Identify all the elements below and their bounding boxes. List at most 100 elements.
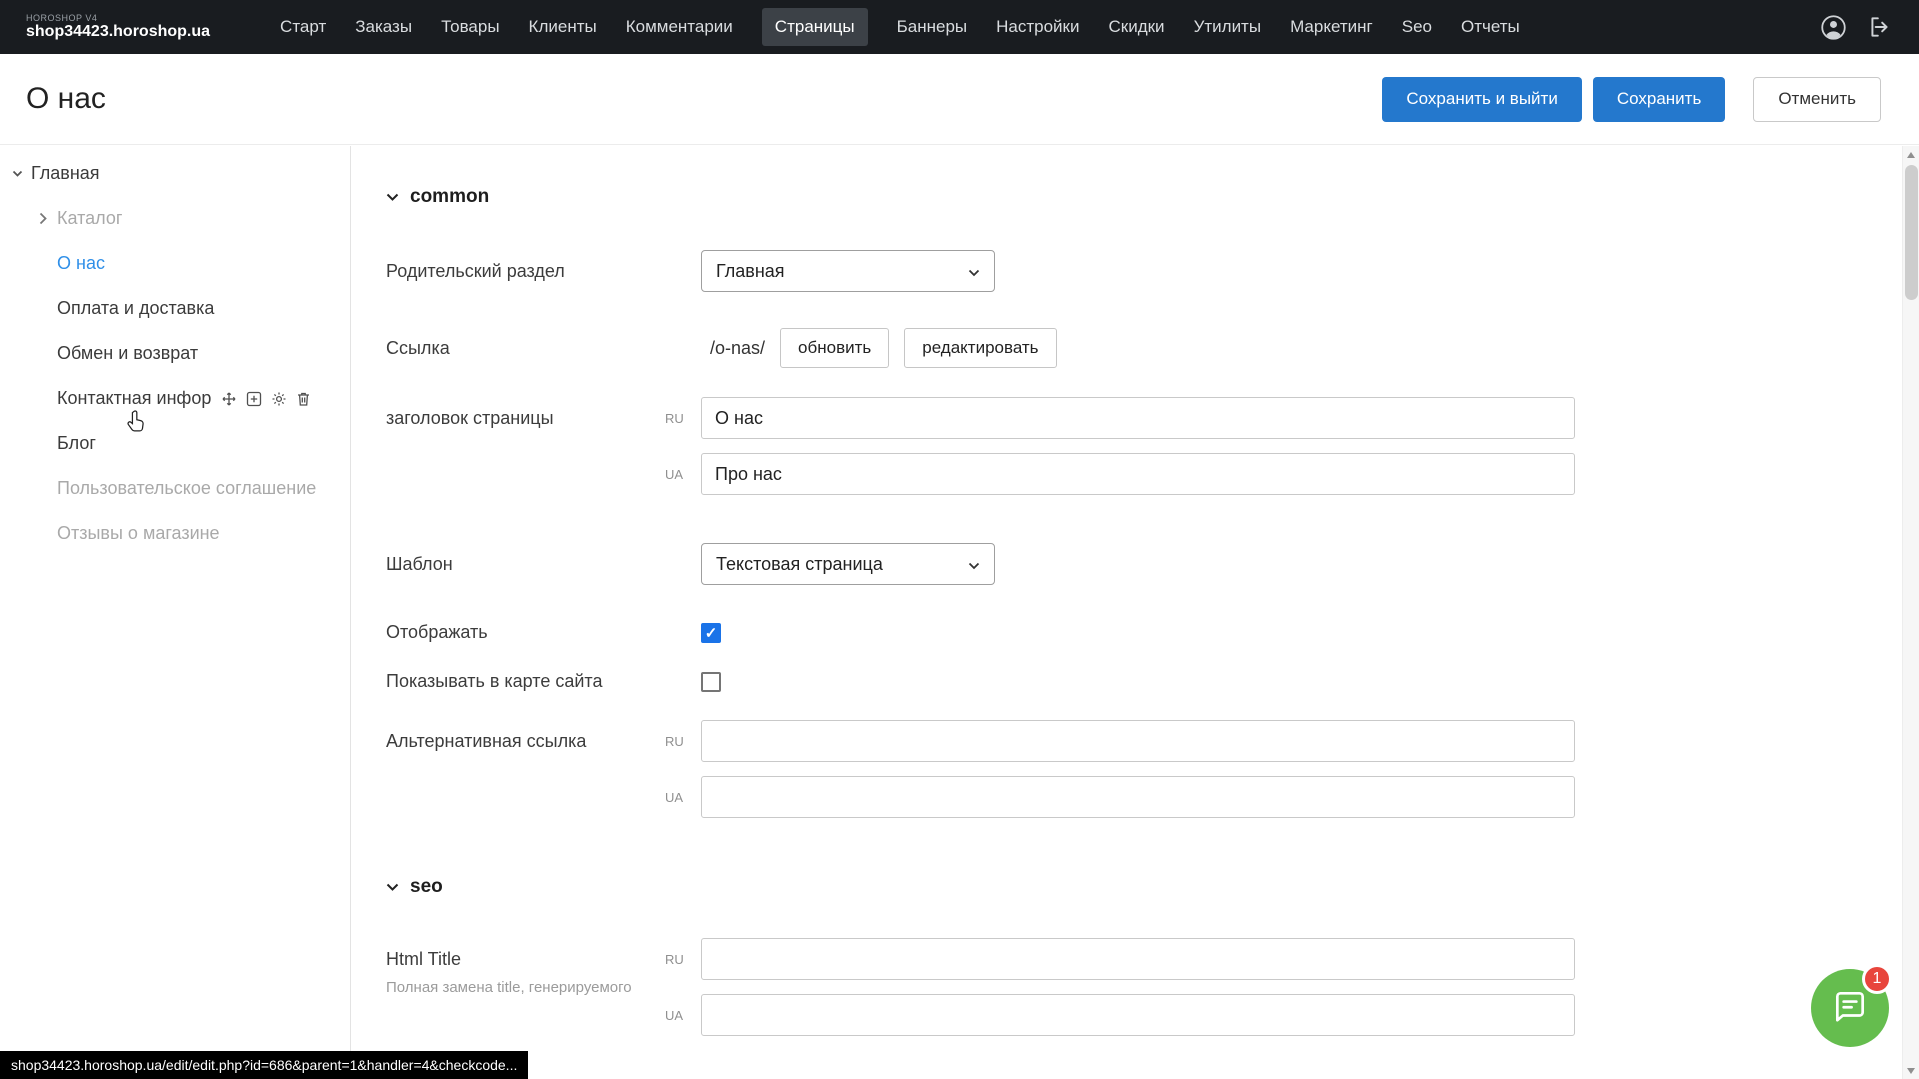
sitemap-row: Показывать в карте сайта [386, 671, 1919, 692]
triangle-down-icon [1907, 1068, 1915, 1074]
html-title-ru-input[interactable] [701, 938, 1575, 980]
page-title-ru-input[interactable] [701, 397, 1575, 439]
lang-badge-ru: RU [665, 411, 701, 426]
logo[interactable]: HOROSHOP V4 shop34423.horoshop.ua [26, 13, 210, 42]
template-row: Шаблон Текстовая страница [386, 543, 1919, 585]
nav-item-discounts[interactable]: Скидки [1108, 17, 1164, 37]
chevron-right-icon[interactable] [37, 212, 49, 225]
chevron-down-icon[interactable] [11, 170, 23, 178]
main-menu: Старт Заказы Товары Клиенты Комментарии … [280, 8, 1520, 46]
page-title: О нас [26, 82, 106, 116]
sidebar-item-main[interactable]: Главная [0, 151, 350, 196]
field-label: Ссылка [386, 338, 701, 359]
html-title-row: Html Title Полная замена title, генериру… [386, 938, 1919, 1036]
chevron-down-icon [968, 261, 980, 282]
lang-inputs: RU UA [665, 938, 1575, 1036]
lang-row-ua: UA [665, 994, 1575, 1036]
sidebar-item-user-agreement[interactable]: Пользовательское соглашение [0, 466, 350, 511]
lang-row-ua: UA [665, 776, 1575, 818]
chevron-down-icon [386, 876, 399, 898]
field-label-col: Html Title Полная замена title, генериру… [386, 938, 665, 996]
scroll-down-arrow[interactable] [1903, 1062, 1919, 1079]
alt-link-ua-input[interactable] [701, 776, 1575, 818]
nav-item-products[interactable]: Товары [441, 17, 499, 37]
sitemap-checkbox[interactable] [701, 672, 721, 692]
field-label: Показывать в карте сайта [386, 671, 701, 692]
display-checkbox[interactable]: ✓ [701, 623, 721, 643]
triangle-up-icon [1907, 152, 1915, 158]
nav-item-utilities[interactable]: Утилиты [1194, 17, 1262, 37]
scrollbar-thumb[interactable] [1905, 165, 1918, 300]
field-label: заголовок страницы [386, 397, 665, 429]
nav-item-clients[interactable]: Клиенты [529, 17, 597, 37]
check-icon: ✓ [705, 624, 718, 642]
content: Главная Каталог О нас Оплата и доставка … [0, 146, 1919, 1079]
alt-link-ru-input[interactable] [701, 720, 1575, 762]
field-label: Отображать [386, 622, 701, 643]
refresh-link-button[interactable]: обновить [780, 328, 889, 368]
display-row: Отображать ✓ [386, 622, 1919, 643]
parent-section-select[interactable]: Главная [701, 250, 995, 292]
nav-item-reports[interactable]: Отчеты [1461, 17, 1520, 37]
chevron-down-icon [968, 554, 980, 575]
nav-item-settings[interactable]: Настройки [996, 17, 1079, 37]
logo-domain: shop34423.horoshop.ua [26, 23, 210, 41]
lang-row-ua: UA [665, 453, 1575, 495]
edit-link-button[interactable]: редактировать [904, 328, 1056, 368]
sidebar-item-exchange-return[interactable]: Обмен и возврат [0, 331, 350, 376]
logout-icon[interactable] [1867, 14, 1893, 40]
sidebar-item-store-reviews[interactable]: Отзывы о магазине [0, 511, 350, 556]
lang-row-ru: RU [665, 938, 1575, 980]
section-title: common [410, 186, 489, 208]
nav-item-marketing[interactable]: Маркетинг [1290, 17, 1373, 37]
scroll-up-arrow[interactable] [1903, 146, 1919, 163]
field-label: Шаблон [386, 554, 701, 575]
pages-tree-sidebar: Главная Каталог О нас Оплата и доставка … [0, 146, 351, 1079]
field-hint: Полная замена title, генерируемого [386, 979, 665, 996]
page-title-row: заголовок страницы RU UA [386, 397, 1919, 495]
delete-trash-icon[interactable] [296, 391, 311, 407]
sidebar-item-catalog[interactable]: Каталог [0, 196, 350, 241]
nav-item-seo[interactable]: Seo [1402, 17, 1432, 37]
link-path-value: /o-nas/ [710, 338, 765, 359]
vertical-scrollbar[interactable] [1902, 146, 1919, 1079]
sidebar-item-payment-delivery[interactable]: Оплата и доставка [0, 286, 350, 331]
lang-inputs: RU UA [665, 397, 1575, 495]
cancel-button[interactable]: Отменить [1753, 77, 1881, 122]
link-row: Ссылка /o-nas/ обновить редактировать [386, 328, 1919, 368]
template-select[interactable]: Текстовая страница [701, 543, 995, 585]
tree-item-tools [221, 391, 311, 407]
settings-gear-icon[interactable] [271, 391, 287, 407]
lang-row-ru: RU [665, 720, 1575, 762]
save-button[interactable]: Сохранить [1593, 77, 1725, 122]
parent-section-row: Родительский раздел Главная [386, 250, 1919, 292]
user-account-icon[interactable] [1820, 14, 1847, 41]
sidebar-item-label: Блог [57, 433, 96, 454]
lang-badge-ua: UA [665, 790, 701, 805]
chat-launcher-button[interactable]: 1 [1811, 969, 1889, 1047]
save-and-exit-button[interactable]: Сохранить и выйти [1382, 77, 1581, 122]
move-icon[interactable] [221, 391, 237, 407]
nav-item-banners[interactable]: Баннеры [897, 17, 968, 37]
html-title-ua-input[interactable] [701, 994, 1575, 1036]
sidebar-item-contact-info[interactable]: Контактная инфор [0, 376, 350, 421]
header-actions: Сохранить и выйти Сохранить Отменить [1382, 77, 1881, 122]
sidebar-item-about[interactable]: О нас [0, 241, 350, 286]
section-common[interactable]: common [386, 186, 1919, 208]
section-seo[interactable]: seo [386, 876, 1919, 898]
logo-version: HOROSHOP V4 [26, 13, 210, 23]
nav-item-orders[interactable]: Заказы [355, 17, 412, 37]
add-page-icon[interactable] [246, 391, 262, 407]
lang-badge-ru: RU [665, 952, 701, 967]
chat-bubble-icon [1831, 987, 1869, 1030]
page-title-ua-input[interactable] [701, 453, 1575, 495]
nav-item-start[interactable]: Старт [280, 17, 326, 37]
nav-item-pages[interactable]: Страницы [762, 8, 868, 46]
sidebar-item-label: Отзывы о магазине [57, 523, 220, 544]
field-label: Html Title [386, 949, 665, 970]
alt-link-row: Альтернативная ссылка RU UA [386, 720, 1919, 818]
sidebar-item-label: Оплата и доставка [57, 298, 214, 319]
sidebar-item-blog[interactable]: Блог [0, 421, 350, 466]
nav-item-comments[interactable]: Комментарии [626, 17, 733, 37]
chat-unread-badge: 1 [1862, 964, 1892, 994]
